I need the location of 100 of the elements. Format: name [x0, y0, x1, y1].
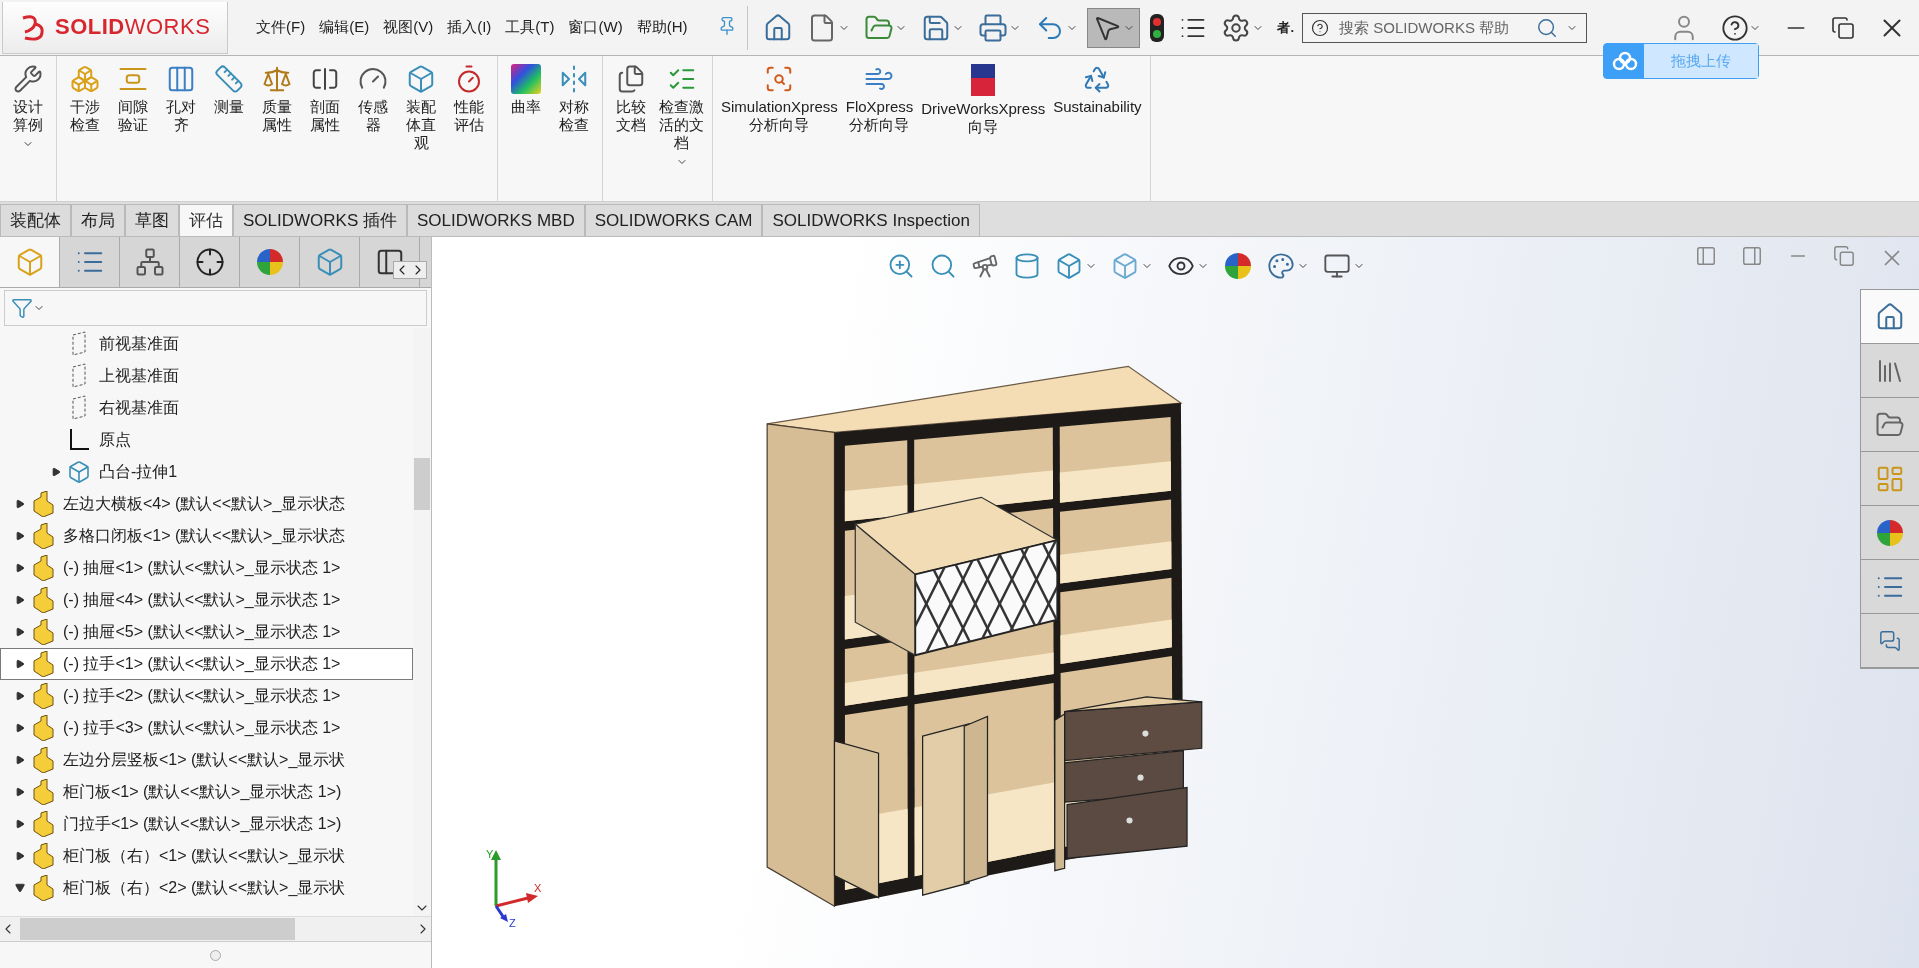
tree-item[interactable]: 凸台-拉伸1	[0, 456, 413, 488]
ribbon-tab[interactable]: 布局	[71, 204, 125, 236]
tree-item[interactable]: 左边大横板<4> (默认<<默认>_显示状态	[0, 488, 413, 520]
menu-item[interactable]: 编辑(E)	[319, 18, 370, 37]
task-pane-tab[interactable]	[1861, 398, 1919, 452]
gradient-swatch-icon	[511, 64, 541, 94]
tree-item[interactable]: 多格口闭板<1> (默认<<默认>_显示状态	[0, 520, 413, 552]
tree-item[interactable]: (-) 抽屉<4> (默认<<默认>_显示状态 1>	[0, 584, 413, 616]
tree-item[interactable]: 右视基准面	[0, 392, 413, 424]
menu-item[interactable]: 文件(F)	[256, 18, 306, 37]
ribbon-button[interactable]: 曲率	[504, 62, 548, 201]
tree-item[interactable]: (-) 拉手<2> (默认<<默认>_显示状态 1>	[0, 680, 413, 712]
box-icon	[67, 460, 91, 484]
menu-item[interactable]: 帮助(H)	[636, 18, 688, 37]
tree-item[interactable]: (-) 拉手<1> (默认<<默认>_显示状态 1>	[0, 648, 413, 680]
tree-item[interactable]: 左边分层竖板<1> (默认<<默认>_显示状	[0, 744, 413, 776]
ribbon-button[interactable]: 比较 文档	[609, 62, 653, 201]
collapsed-arrow-icon[interactable]	[15, 595, 25, 605]
menu-item[interactable]: 视图(V)	[383, 18, 434, 37]
tree-item[interactable]: 柜门板（右）<2> (默认<<默认>_显示状	[0, 872, 413, 904]
menu-item[interactable]: 窗口(W)	[568, 18, 623, 37]
ribbon-tab[interactable]: 装配体	[0, 204, 71, 236]
tree-item[interactable]: 门拉手<1> (默认<<默认>_显示状态 1>)	[0, 808, 413, 840]
scale-icon[interactable]	[262, 64, 292, 94]
search-bar[interactable]: 搜索 SOLIDWORKS 帮助	[1302, 12, 1588, 43]
ribbon-button[interactable]: 孔对 齐	[159, 62, 203, 201]
ribbon-tab[interactable]: 草图	[125, 204, 179, 236]
tree-item[interactable]: (-) 拉手<3> (默认<<默认>_显示状态 1>	[0, 712, 413, 744]
search-input[interactable]: 搜索 SOLIDWORKS 帮助	[1337, 18, 1529, 37]
horizontal-scrollbar[interactable]	[0, 916, 431, 941]
menu-item[interactable]: 工具(T)	[505, 18, 555, 37]
task-pane-tab[interactable]	[1861, 290, 1919, 344]
ribbon-tab[interactable]: SOLIDWORKS MBD	[406, 204, 585, 236]
panel-left-icon[interactable]	[1695, 245, 1717, 267]
documents-icon[interactable]	[616, 64, 646, 94]
wrench-icon[interactable]	[13, 64, 43, 94]
scrollbar-thumb[interactable]	[414, 458, 430, 510]
collapsed-arrow-icon[interactable]	[15, 851, 25, 861]
scrollbar-thumb[interactable]	[20, 918, 295, 940]
collapsed-arrow-icon[interactable]	[15, 563, 25, 573]
collapsed-arrow-icon[interactable]	[51, 467, 61, 477]
tree-icon	[134, 247, 165, 277]
restore-icon[interactable]	[1831, 15, 1855, 40]
ribbon-button[interactable]: 测量	[207, 62, 251, 201]
filter-field[interactable]	[4, 290, 427, 326]
collapsed-arrow-icon[interactable]	[15, 531, 25, 541]
task-pane-tab[interactable]	[1861, 614, 1919, 668]
collapsed-arrow-icon[interactable]	[15, 755, 25, 765]
task-pane-tab[interactable]	[1861, 560, 1919, 614]
expanded-arrow-icon[interactable]	[15, 883, 25, 893]
collapsed-arrow-icon[interactable]	[15, 819, 25, 829]
columns-icon[interactable]	[166, 64, 196, 94]
cube-icon[interactable]	[406, 64, 436, 94]
ribbon-button[interactable]: 装配 体直 观	[399, 62, 443, 201]
menu-item[interactable]: 插入(I)	[447, 18, 492, 37]
collapsed-arrow-icon[interactable]	[15, 787, 25, 797]
tree-item[interactable]: 柜门板（右）<1> (默认<<默认>_显示状	[0, 840, 413, 872]
ribbon-button[interactable]: 间隙 验证	[111, 62, 155, 201]
ribbon-button[interactable]: 检查激 活的文 档	[657, 62, 706, 201]
tree-item[interactable]: (-) 抽屉<5> (默认<<默认>_显示状态 1>	[0, 616, 413, 648]
select-button[interactable]	[1087, 7, 1141, 48]
part-icon	[31, 523, 55, 549]
part-icon	[31, 683, 55, 709]
ribbon-button[interactable]: 干涉 检查	[63, 62, 107, 201]
filter-icon[interactable]	[11, 297, 33, 319]
collapsed-arrow-icon[interactable]	[15, 627, 25, 637]
ribbon-button[interactable]: FloXpress 分析向导	[843, 62, 916, 201]
ribbon-button[interactable]: SimulationXpress 分析向导	[719, 62, 840, 201]
mirror-icon[interactable]	[559, 64, 589, 94]
collapsed-arrow-icon[interactable]	[15, 659, 25, 669]
ribbon-button[interactable]: 质量 属性	[255, 62, 299, 201]
task-pane-tab[interactable]	[1861, 506, 1919, 560]
ribbon-button[interactable]: 对称 检查	[552, 62, 596, 201]
part-icon	[31, 843, 55, 869]
ribbon-button[interactable]: 设计 算例	[6, 62, 50, 201]
ribbon-tab[interactable]: SOLIDWORKS Inspection	[762, 204, 980, 236]
tree-item[interactable]: 前视基准面	[0, 328, 413, 360]
panel-right-icon[interactable]	[1741, 245, 1763, 267]
ribbon-button[interactable]: Sustainability	[1051, 62, 1144, 201]
ribbon-tab[interactable]: SOLIDWORKS CAM	[584, 204, 763, 236]
telescope-icon	[970, 252, 999, 280]
resize-handle[interactable]	[210, 949, 221, 961]
cloud-icon	[1612, 51, 1638, 71]
help-icon[interactable]	[1721, 13, 1749, 42]
ribbon-tab[interactable]: SOLIDWORKS 插件	[233, 204, 407, 236]
ribbon-button[interactable]: 传感 器	[351, 62, 395, 201]
chat-icon	[1879, 629, 1901, 652]
tree-item[interactable]: 柜门板<1> (默认<<默认>_显示状态 1>)	[0, 776, 413, 808]
task-pane-tab[interactable]	[1861, 344, 1919, 398]
tree-item[interactable]: 上视基准面	[0, 360, 413, 392]
ribbon-button[interactable]: 剖面 属性	[303, 62, 347, 201]
collapsed-arrow-icon[interactable]	[15, 723, 25, 733]
collapsed-arrow-icon[interactable]	[15, 691, 25, 701]
collapsed-arrow-icon[interactable]	[15, 499, 25, 509]
tree-item[interactable]: 原点	[0, 424, 413, 456]
ribbon-button[interactable]: DriveWorksXpress 向导	[919, 62, 1048, 201]
ribbon-button[interactable]: 性能 评估	[447, 62, 491, 201]
ruler-icon[interactable]	[214, 64, 244, 94]
tree-item[interactable]: (-) 抽屉<1> (默认<<默认>_显示状态 1>	[0, 552, 413, 584]
ribbon-tab[interactable]: 评估	[179, 204, 233, 236]
